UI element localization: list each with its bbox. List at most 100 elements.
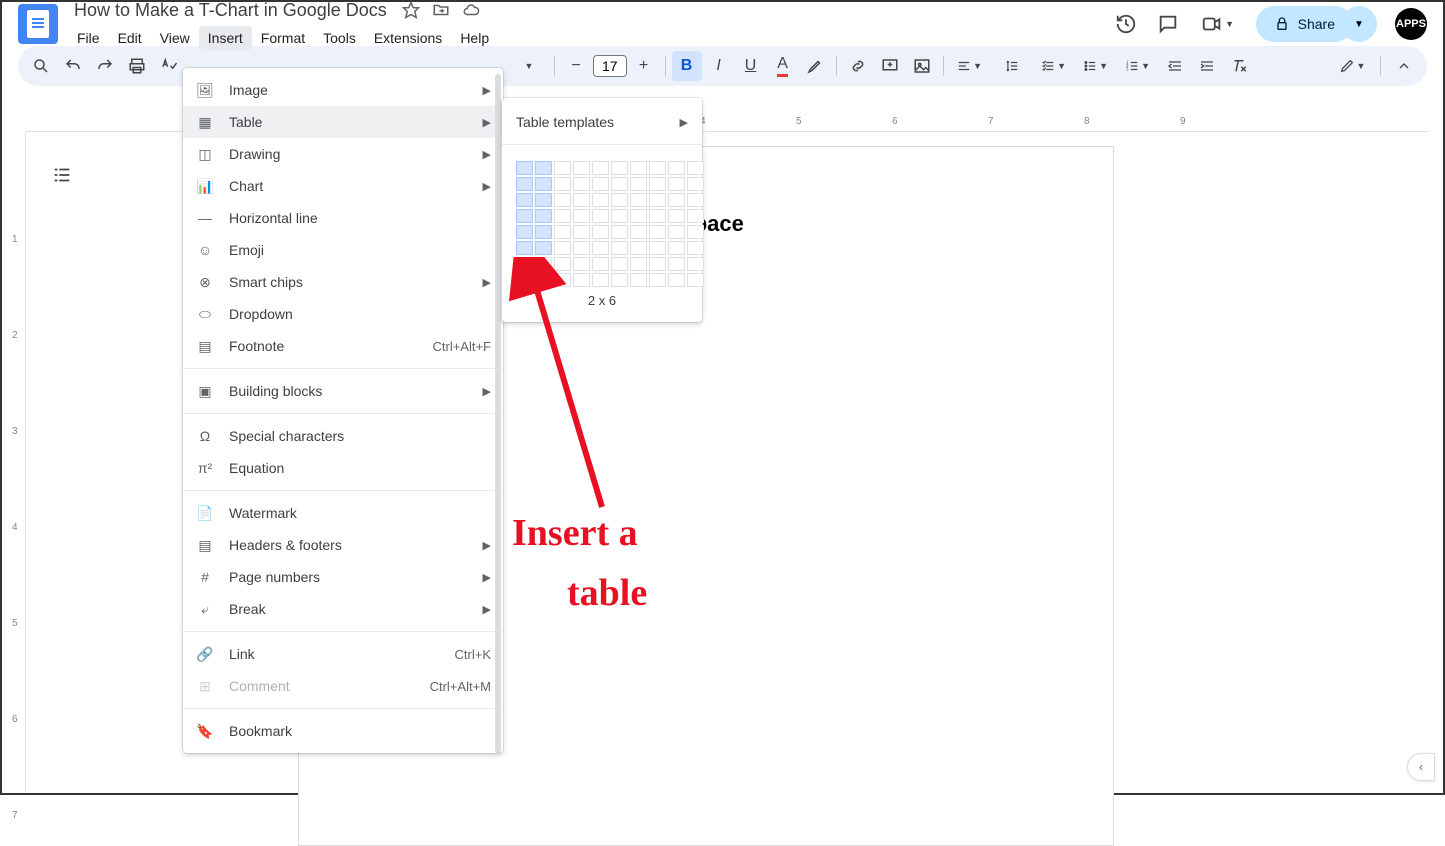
table-grid-cell[interactable] [535, 161, 552, 175]
table-grid-cell[interactable] [668, 193, 685, 207]
editing-mode-dropdown[interactable]: ▼ [1332, 51, 1372, 81]
font-dropdown[interactable]: ▼ [508, 51, 548, 81]
side-panel-toggle[interactable]: ‹ [1407, 753, 1435, 781]
move-folder-icon[interactable] [431, 0, 451, 20]
insert-break-item[interactable]: ⤶Break▶ [183, 593, 503, 625]
table-grid-cell[interactable] [554, 225, 571, 239]
bold-button[interactable]: B [672, 51, 702, 81]
table-grid-cell[interactable] [516, 177, 533, 191]
insert-table-item[interactable]: ▦Table▶ [183, 106, 503, 138]
table-grid-cell[interactable] [630, 273, 647, 287]
star-icon[interactable] [401, 0, 421, 20]
menu-tools[interactable]: Tools [314, 26, 365, 50]
table-grid-cell[interactable] [516, 225, 533, 239]
table-grid-cell[interactable] [535, 177, 552, 191]
table-grid-cell[interactable] [554, 257, 571, 271]
table-grid-cell[interactable] [535, 273, 552, 287]
insert-link-item[interactable]: 🔗LinkCtrl+K [183, 638, 503, 670]
table-grid-cell[interactable] [668, 161, 685, 175]
insert-emoji-item[interactable]: ☺Emoji [183, 234, 503, 266]
insert-dropdown-item[interactable]: ⬭Dropdown [183, 298, 503, 330]
redo-button[interactable] [90, 51, 120, 81]
table-grid-cell[interactable] [516, 241, 533, 255]
table-grid-cell[interactable] [649, 209, 666, 223]
table-grid-cell[interactable] [573, 193, 590, 207]
table-grid-cell[interactable] [668, 209, 685, 223]
fontsize-input[interactable]: 17 [593, 55, 627, 77]
table-grid-cell[interactable] [687, 193, 704, 207]
table-grid-cell[interactable] [668, 225, 685, 239]
table-grid-cell[interactable] [649, 193, 666, 207]
menu-scrollbar[interactable] [495, 74, 501, 747]
table-grid-cell[interactable] [535, 209, 552, 223]
table-grid-cell[interactable] [687, 241, 704, 255]
insert-smart-chips-item[interactable]: ⊗Smart chips▶ [183, 266, 503, 298]
table-grid-cell[interactable] [592, 257, 609, 271]
meet-icon[interactable]: ▼ [1198, 12, 1238, 36]
insert-watermark-item[interactable]: 📄Watermark [183, 497, 503, 529]
indent-decrease-button[interactable] [1160, 51, 1190, 81]
table-grid-cell[interactable] [535, 241, 552, 255]
fontsize-decrease[interactable]: − [561, 51, 591, 81]
insert-horizontal-line-item[interactable]: ―Horizontal line [183, 202, 503, 234]
table-grid-cell[interactable] [592, 193, 609, 207]
table-grid-cell[interactable] [573, 177, 590, 191]
line-spacing-dropdown[interactable] [992, 51, 1032, 81]
table-grid-cell[interactable] [611, 257, 628, 271]
table-grid-cell[interactable] [535, 257, 552, 271]
table-grid-cell[interactable] [554, 273, 571, 287]
insert-image-button[interactable] [907, 51, 937, 81]
insert-chart-item[interactable]: 📊Chart▶ [183, 170, 503, 202]
insert-special-characters-item[interactable]: ΩSpecial characters [183, 420, 503, 452]
clear-formatting-button[interactable] [1224, 51, 1254, 81]
align-dropdown[interactable]: ▼ [950, 51, 990, 81]
table-grid-cell[interactable] [668, 257, 685, 271]
fontsize-increase[interactable]: + [629, 51, 659, 81]
insert-link-button[interactable] [843, 51, 873, 81]
table-grid-cell[interactable] [516, 193, 533, 207]
table-grid-cell[interactable] [516, 257, 533, 271]
add-comment-button[interactable] [875, 51, 905, 81]
insert-headers-footers-item[interactable]: ▤Headers & footers▶ [183, 529, 503, 561]
table-grid-cell[interactable] [668, 241, 685, 255]
menu-format[interactable]: Format [252, 26, 314, 50]
undo-button[interactable] [58, 51, 88, 81]
share-button[interactable]: Share [1256, 6, 1353, 42]
table-grid-cell[interactable] [687, 209, 704, 223]
text-color-button[interactable]: A [768, 51, 798, 81]
insert-equation-item[interactable]: π²Equation [183, 452, 503, 484]
table-size-picker[interactable]: 2 x 6 [502, 151, 702, 314]
insert-bookmark-item[interactable]: 🔖Bookmark [183, 715, 503, 747]
menu-extensions[interactable]: Extensions [365, 26, 451, 50]
table-templates-item[interactable]: Table templates▶ [502, 106, 702, 138]
table-grid-cell[interactable] [592, 273, 609, 287]
menu-file[interactable]: File [68, 26, 109, 50]
table-grid-cell[interactable] [554, 193, 571, 207]
table-grid-cell[interactable] [573, 161, 590, 175]
insert-footnote-item[interactable]: ▤FootnoteCtrl+Alt+F [183, 330, 503, 362]
table-grid-cell[interactable] [573, 225, 590, 239]
table-grid-cell[interactable] [611, 241, 628, 255]
table-grid-cell[interactable] [649, 241, 666, 255]
collapse-toolbar-button[interactable] [1389, 51, 1419, 81]
account-avatar[interactable]: APPS [1395, 8, 1427, 40]
table-grid-cell[interactable] [630, 193, 647, 207]
vertical-ruler[interactable]: 1234567 [10, 132, 26, 793]
table-grid-cell[interactable] [554, 209, 571, 223]
italic-button[interactable]: I [704, 51, 734, 81]
share-dropdown[interactable]: ▼ [1341, 6, 1377, 42]
table-grid-cell[interactable] [592, 225, 609, 239]
table-grid-cell[interactable] [611, 225, 628, 239]
insert-drawing-item[interactable]: ◫Drawing▶ [183, 138, 503, 170]
table-grid-cell[interactable] [573, 273, 590, 287]
highlight-button[interactable] [800, 51, 830, 81]
table-grid-cell[interactable] [687, 225, 704, 239]
table-grid-cell[interactable] [611, 273, 628, 287]
table-grid-cell[interactable] [611, 193, 628, 207]
table-grid-cell[interactable] [516, 273, 533, 287]
underline-button[interactable]: U [736, 51, 766, 81]
table-grid-cell[interactable] [649, 273, 666, 287]
table-grid-cell[interactable] [611, 209, 628, 223]
table-grid-cell[interactable] [554, 177, 571, 191]
bullet-list-dropdown[interactable]: ▼ [1076, 51, 1116, 81]
